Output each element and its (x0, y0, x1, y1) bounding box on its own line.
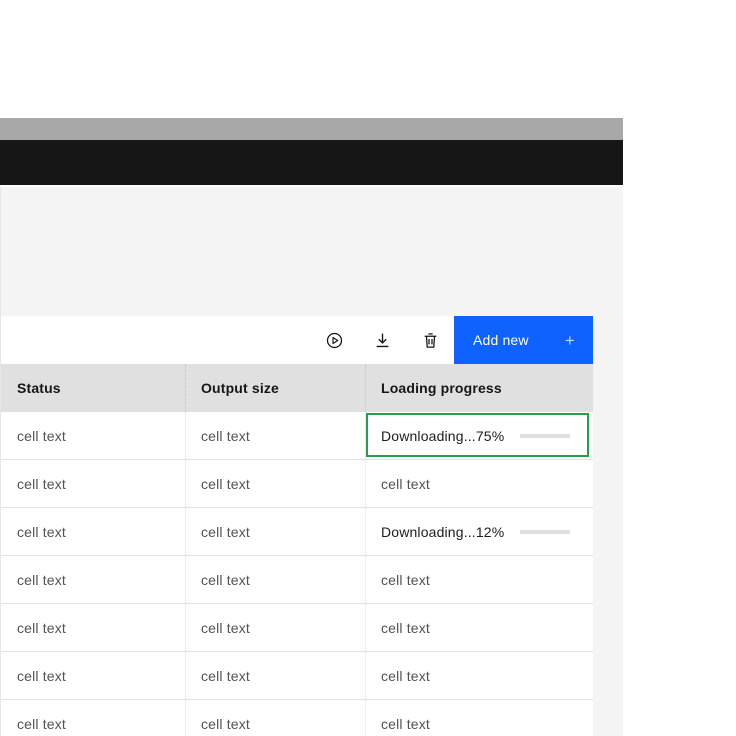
story-canvas: Add new + Status Output size Loading pro… (0, 187, 623, 736)
table-header-row: Status Output size Loading progress (1, 364, 593, 412)
table-row: cell text cell text cell text (1, 700, 593, 736)
trash-icon (422, 332, 439, 349)
table-row: cell text cell text cell text (1, 604, 593, 652)
data-table-widget: Add new + Status Output size Loading pro… (1, 316, 593, 736)
loading-progress-cell-focused[interactable]: Downloading...75% (365, 412, 593, 459)
output-size-cell: cell text (185, 556, 365, 603)
play-outline-icon (326, 332, 343, 349)
column-header-output-size: Output size (185, 364, 365, 412)
output-size-cell: cell text (185, 604, 365, 651)
loading-label: Downloading...12% (381, 524, 504, 540)
progress-bar (520, 530, 570, 534)
add-new-label: Add new (473, 332, 529, 348)
table-toolbar: Add new + (1, 316, 593, 364)
loading-progress-cell: cell text (365, 460, 593, 507)
status-cell: cell text (1, 460, 185, 507)
table-row: cell text cell text cell text (1, 460, 593, 508)
loading-progress-cell: cell text (365, 652, 593, 699)
progress-bar (520, 434, 570, 438)
delete-button[interactable] (406, 316, 454, 364)
page: Add new + Status Output size Loading pro… (0, 0, 736, 736)
status-cell: cell text (1, 652, 185, 699)
table-row: cell text cell text Downloading...12% (1, 508, 593, 556)
status-cell: cell text (1, 508, 185, 555)
app-header-bar (0, 140, 623, 185)
window-title-bar (0, 118, 623, 140)
column-header-loading-progress: Loading progress (365, 364, 593, 412)
loading-progress-cell: cell text (365, 700, 593, 736)
loading-progress-cell: cell text (365, 556, 593, 603)
table-row: cell text cell text Downloading...75% (1, 412, 593, 460)
loading-label: Downloading...75% (381, 428, 504, 444)
table-row: cell text cell text cell text (1, 652, 593, 700)
status-cell: cell text (1, 700, 185, 736)
status-cell: cell text (1, 604, 185, 651)
column-header-status: Status (1, 364, 185, 412)
table-row: cell text cell text cell text (1, 556, 593, 604)
download-button[interactable] (358, 316, 406, 364)
loading-progress-cell: cell text (365, 604, 593, 651)
output-size-cell: cell text (185, 508, 365, 555)
output-size-cell: cell text (185, 460, 365, 507)
output-size-cell: cell text (185, 700, 365, 736)
output-size-cell: cell text (185, 412, 365, 459)
plus-icon: + (565, 332, 575, 349)
output-size-cell: cell text (185, 652, 365, 699)
play-button[interactable] (310, 316, 358, 364)
status-cell: cell text (1, 556, 185, 603)
status-cell: cell text (1, 412, 185, 459)
download-icon (374, 332, 391, 349)
loading-progress-cell: Downloading...12% (365, 508, 593, 555)
add-new-button[interactable]: Add new + (454, 316, 593, 364)
